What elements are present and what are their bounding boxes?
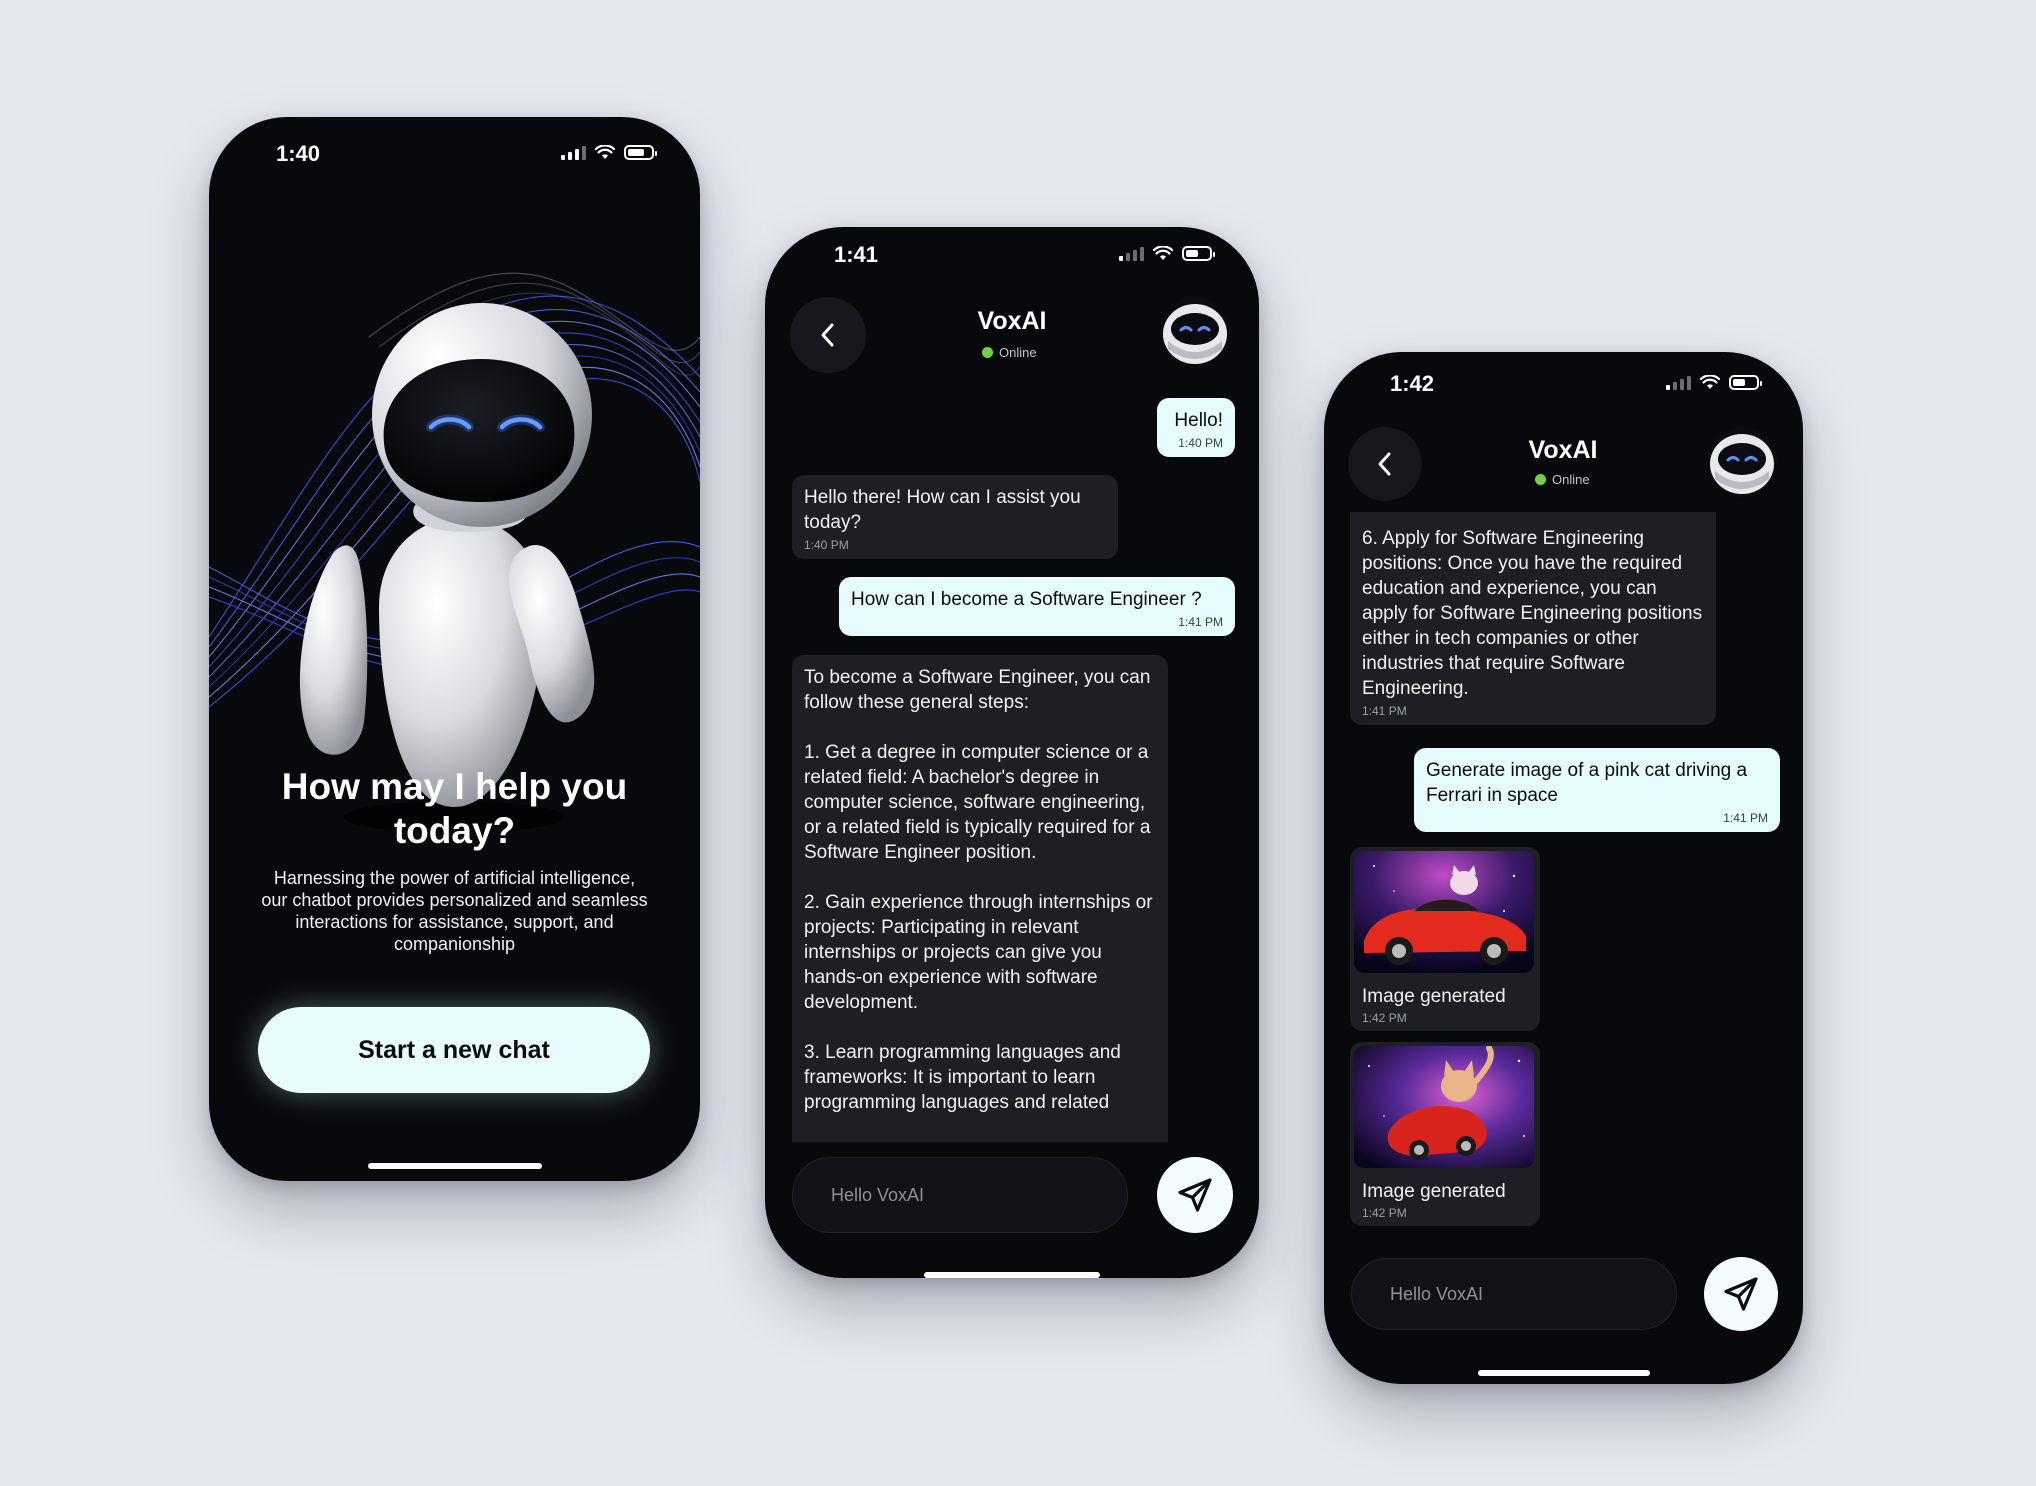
status-bar: 1:41: [765, 227, 1259, 307]
message-input[interactable]: Hello VoxAI: [1351, 1258, 1677, 1330]
chat-screen-2: 1:42 VoxAI Online 6. Apply for Software …: [1324, 352, 1803, 1384]
image-caption: Image generated: [1362, 986, 1506, 1007]
message-text: Generate image of a pink cat driving a F…: [1426, 760, 1748, 806]
status-bar: 1:40: [209, 117, 700, 197]
status-bar: 1:42: [1324, 352, 1803, 432]
home-indicator: [1477, 1370, 1650, 1376]
battery-icon: [1729, 375, 1762, 390]
message-text: To become a Software Engineer, you can f…: [804, 667, 1153, 1113]
chat-title: VoxAI: [977, 307, 1047, 335]
message-text: How can I become a Software Engineer ?: [851, 589, 1202, 610]
start-new-chat-button[interactable]: Start a new chat: [258, 1007, 650, 1093]
hero-subtitle: Harnessing the power of artificial intel…: [261, 868, 648, 954]
online-status-label: Online: [999, 345, 1037, 360]
message-user: How can I become a Software Engineer ? 1…: [839, 577, 1235, 636]
message-bot: 6. Apply for Software Engineering positi…: [1350, 512, 1716, 725]
status-icons: [561, 145, 657, 160]
robot-avatar-icon: [1160, 297, 1230, 367]
message-text: Hello there! How can I assist you today?: [804, 487, 1081, 533]
message-input[interactable]: Hello VoxAI: [792, 1157, 1128, 1233]
message-timestamp: 1:40 PM: [1178, 436, 1223, 450]
bot-avatar[interactable]: [1707, 427, 1777, 497]
chat-title: VoxAI: [1528, 436, 1598, 464]
image-timestamp: 1:42 PM: [1362, 1011, 1407, 1025]
send-button[interactable]: [1704, 1257, 1778, 1331]
message-timestamp: 1:41 PM: [1723, 811, 1768, 825]
message-bot: To become a Software Engineer, you can f…: [792, 655, 1168, 1142]
signal-icon: [561, 145, 586, 160]
image-caption: Image generated: [1362, 1181, 1506, 1202]
status-time: 1:41: [834, 242, 879, 267]
status-icons: [1666, 375, 1762, 390]
send-button[interactable]: [1157, 1157, 1233, 1233]
message-timestamp: 1:41 PM: [1362, 704, 1407, 718]
wifi-icon: [1153, 246, 1173, 260]
back-button[interactable]: [1348, 427, 1422, 501]
generated-image-card[interactable]: Image generated 1:42 PM: [1350, 1042, 1540, 1226]
wifi-icon: [1700, 375, 1720, 389]
message-list[interactable]: 6. Apply for Software Engineering positi…: [1324, 512, 1803, 1272]
generated-image[interactable]: [1354, 1046, 1534, 1168]
generated-image-card[interactable]: Image generated 1:42 PM: [1350, 847, 1540, 1031]
online-status-label: Online: [1552, 472, 1590, 487]
status-time: 1:42: [1390, 371, 1435, 396]
onboarding-screen: 1:40 How may I help you today? Harnessin…: [209, 117, 700, 1181]
chevron-left-icon: [821, 323, 834, 347]
robot-avatar-icon: [1707, 427, 1777, 497]
message-user: Hello! 1:40 PM: [1157, 398, 1235, 457]
online-dot-icon: [982, 347, 993, 358]
wifi-icon: [595, 145, 615, 159]
generated-image[interactable]: [1354, 851, 1534, 973]
status-time: 1:40: [276, 141, 321, 166]
battery-icon: [1182, 246, 1215, 261]
back-button[interactable]: [790, 297, 866, 373]
message-list[interactable]: Hello! 1:40 PM Hello there! How can I as…: [765, 392, 1259, 1142]
image-timestamp: 1:42 PM: [1362, 1206, 1407, 1220]
home-indicator: [924, 1272, 1100, 1278]
message-timestamp: 1:40 PM: [804, 538, 849, 552]
chat-screen-1: 1:41 VoxAI Online Hello! 1:40 PM Hello t…: [765, 227, 1259, 1278]
battery-icon: [624, 145, 657, 160]
home-indicator: [367, 1163, 542, 1169]
message-text: 6. Apply for Software Engineering positi…: [1362, 528, 1703, 699]
message-bot: Hello there! How can I assist you today?…: [792, 475, 1118, 559]
signal-icon: [1666, 375, 1691, 390]
message-user: Generate image of a pink cat driving a F…: [1414, 748, 1780, 832]
status-icons: [1119, 246, 1215, 261]
send-icon: [1724, 1277, 1758, 1311]
bot-avatar[interactable]: [1160, 297, 1230, 367]
message-text: Hello!: [1174, 410, 1223, 431]
robot-hero-illustration: [209, 272, 700, 833]
send-icon: [1178, 1178, 1212, 1212]
chevron-left-icon: [1378, 452, 1391, 476]
online-status: Online: [1535, 472, 1590, 487]
message-timestamp: 1:41 PM: [1178, 615, 1223, 629]
online-dot-icon: [1535, 474, 1546, 485]
signal-icon: [1119, 246, 1144, 261]
online-status: Online: [982, 345, 1037, 360]
hero-title: How may I help you today?: [281, 766, 628, 851]
